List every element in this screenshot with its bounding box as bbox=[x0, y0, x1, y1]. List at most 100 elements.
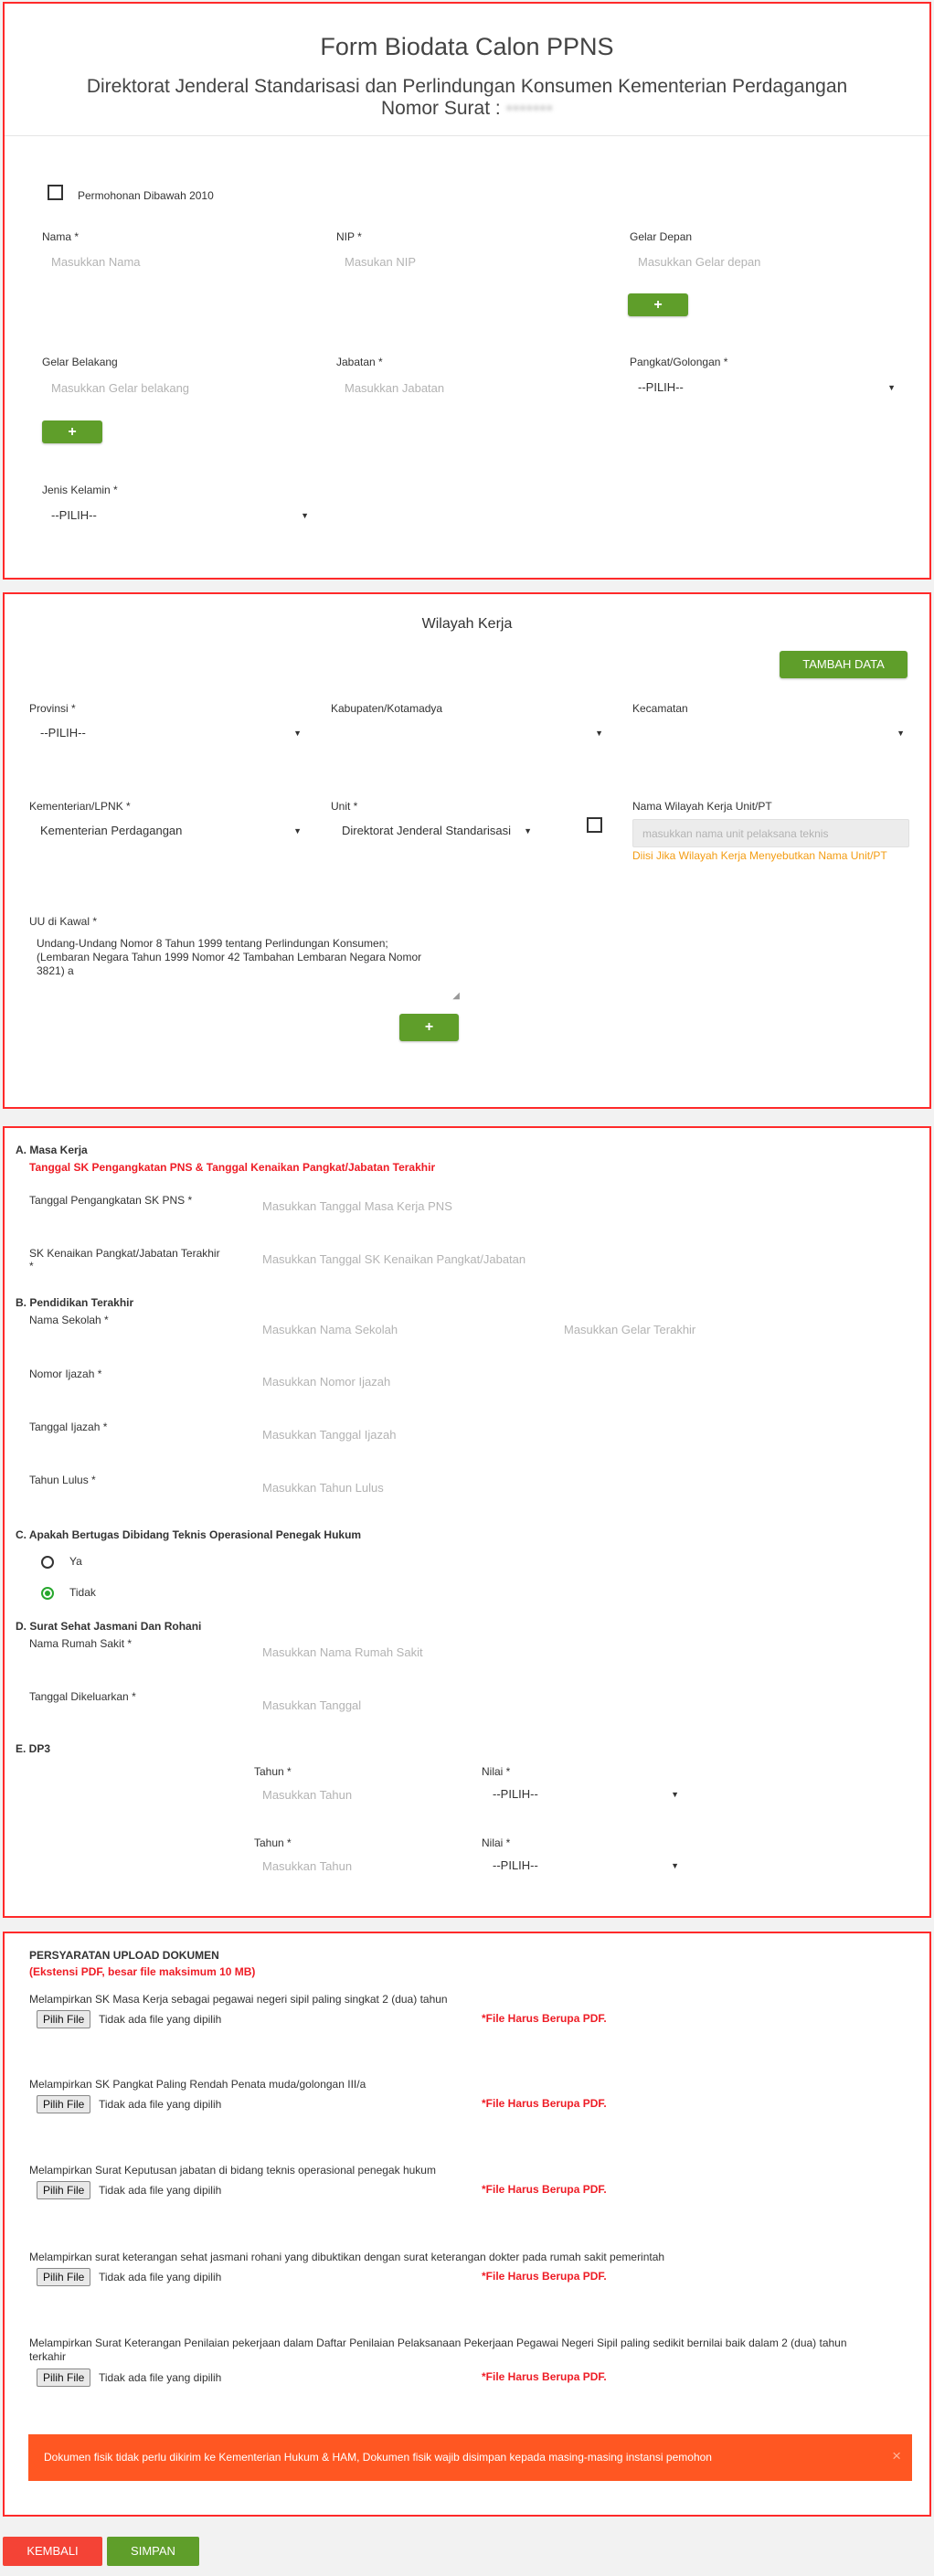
wilayah-kerja-card: Wilayah Kerja TAMBAH DATA Provinsi * --P… bbox=[3, 592, 931, 1109]
ijazah-input[interactable]: Masukkan Nomor Ijazah bbox=[262, 1375, 390, 1389]
kabupaten-select[interactable]: ▼ bbox=[342, 726, 603, 742]
jabatan-input[interactable]: Masukkan Jabatan bbox=[345, 381, 444, 395]
section-a-title: A. Masa Kerja bbox=[16, 1144, 88, 1156]
jenis-kelamin-select[interactable]: --PILIH-- ▼ bbox=[51, 508, 309, 525]
permohonan-checkbox[interactable] bbox=[48, 185, 63, 200]
close-icon[interactable]: × bbox=[892, 2447, 901, 2465]
upload-item-2-choose-button[interactable]: Pilih File bbox=[37, 2095, 91, 2113]
kabupaten-label: Kabupaten/Kotamadya bbox=[331, 702, 443, 715]
nomor-surat: Nomor Surat : ••••••• bbox=[5, 98, 929, 120]
add-uu-button[interactable]: + bbox=[399, 1014, 459, 1041]
upload-item-5-choose-button[interactable]: Pilih File bbox=[37, 2368, 91, 2387]
nama-wilayah-label: Nama Wilayah Kerja Unit/PT bbox=[632, 800, 772, 813]
section-d-title: D. Surat Sehat Jasmani Dan Rohani bbox=[16, 1620, 202, 1633]
upload-title: PERSYARATAN UPLOAD DOKUMEN bbox=[29, 1949, 219, 1962]
ya-radio[interactable] bbox=[41, 1556, 54, 1569]
tgl-ijazah-label: Tanggal Ijazah * bbox=[29, 1421, 108, 1433]
header-divider bbox=[5, 135, 929, 136]
uu-label: UU di Kawal * bbox=[29, 915, 98, 928]
dp3-tahun-input-1[interactable]: Masukkan Tahun bbox=[262, 1788, 352, 1802]
sekolah-label: Nama Sekolah * bbox=[29, 1314, 109, 1326]
gelar-depan-input[interactable]: Masukkan Gelar depan bbox=[638, 255, 760, 269]
upload-item-4-choose-button[interactable]: Pilih File bbox=[37, 2268, 91, 2286]
nama-wilayah-input[interactable]: masukkan nama unit pelaksana teknis bbox=[632, 819, 909, 847]
kembali-button[interactable]: KEMBALI bbox=[3, 2537, 102, 2566]
sk-kenaikan-input[interactable]: Masukkan Tanggal SK Kenaikan Pangkat/Jab… bbox=[262, 1252, 525, 1266]
resize-handle-icon[interactable]: ◢ bbox=[452, 989, 460, 1003]
dp3-nilai-label-1: Nilai * bbox=[482, 1765, 511, 1778]
section-c-title: C. Apakah Bertugas Dibidang Teknis Opera… bbox=[16, 1528, 362, 1541]
upload-item-1-choose-button[interactable]: Pilih File bbox=[37, 2010, 91, 2028]
kecamatan-select[interactable]: ▼ bbox=[643, 726, 905, 742]
tgl-pns-input[interactable]: Masukkan Tanggal Masa Kerja PNS bbox=[262, 1199, 452, 1213]
kecamatan-label: Kecamatan bbox=[632, 702, 688, 715]
uu-textarea[interactable]: Undang-Undang Nomor 8 Tahun 1999 tentang… bbox=[37, 937, 460, 1003]
nomor-surat-value: ••••••• bbox=[505, 98, 554, 119]
sk-kenaikan-label: SK Kenaikan Pangkat/Jabatan Terakhir * bbox=[29, 1247, 220, 1272]
pangkat-select[interactable]: --PILIH-- ▼ bbox=[638, 380, 896, 397]
dp3-tahun-label-1: Tahun * bbox=[254, 1765, 292, 1778]
ya-label: Ya bbox=[69, 1555, 82, 1568]
ijazah-label: Nomor Ijazah * bbox=[29, 1368, 102, 1380]
upload-item-4-pdf-note: *File Harus Berupa PDF. bbox=[482, 2270, 607, 2283]
tidak-radio[interactable] bbox=[41, 1587, 54, 1600]
tgl-ijazah-input[interactable]: Masukkan Tanggal Ijazah bbox=[262, 1428, 396, 1442]
unit-select[interactable]: Direktorat Jenderal Standarisasi ▼ bbox=[342, 824, 532, 840]
provinsi-label: Provinsi * bbox=[29, 702, 76, 715]
gelar-belakang-input[interactable]: Masukkan Gelar belakang bbox=[51, 381, 189, 395]
upload-item-4-label: Melampirkan surat keterangan sehat jasma… bbox=[29, 2251, 665, 2263]
provinsi-select[interactable]: --PILIH-- ▼ bbox=[40, 726, 302, 742]
provinsi-select-value: --PILIH-- bbox=[40, 726, 86, 740]
upload-card: PERSYARATAN UPLOAD DOKUMEN (Ekstensi PDF… bbox=[3, 1932, 931, 2517]
add-gelar-depan-button[interactable]: + bbox=[628, 293, 688, 316]
nip-input[interactable]: Masukan NIP bbox=[345, 255, 416, 269]
uu-line-2: (Lembaran Negara Tahun 1999 Nomor 42 Tam… bbox=[37, 951, 422, 963]
sekolah-input[interactable]: Masukkan Nama Sekolah bbox=[262, 1323, 398, 1336]
page-title: Form Biodata Calon PPNS bbox=[320, 33, 614, 60]
wilayah-title: Wilayah Kerja bbox=[421, 616, 513, 632]
gelar-terakhir-input[interactable]: Masukkan Gelar Terakhir bbox=[564, 1323, 695, 1336]
upload-item-3-choose-button[interactable]: Pilih File bbox=[37, 2181, 91, 2199]
tgl-keluar-input[interactable]: Masukkan Tanggal bbox=[262, 1698, 361, 1712]
dp3-nilai-value-1: --PILIH-- bbox=[493, 1787, 538, 1801]
section-a-note: Tanggal SK Pengangkatan PNS & Tanggal Ke… bbox=[29, 1161, 436, 1174]
dp3-tahun-input-2[interactable]: Masukkan Tahun bbox=[262, 1859, 352, 1873]
chevron-down-icon: ▼ bbox=[671, 1861, 679, 1870]
tidak-label: Tidak bbox=[69, 1586, 96, 1599]
dp3-nilai-select-1[interactable]: --PILIH-- ▼ bbox=[493, 1787, 679, 1804]
rs-input[interactable]: Masukkan Nama Rumah Sakit bbox=[262, 1645, 423, 1659]
simpan-button[interactable]: SIMPAN bbox=[107, 2537, 199, 2566]
kementerian-select[interactable]: Kementerian Perdagangan ▼ bbox=[40, 824, 302, 840]
nomor-surat-label: Nomor Surat : bbox=[380, 98, 501, 119]
dp3-nilai-select-2[interactable]: --PILIH-- ▼ bbox=[493, 1858, 679, 1875]
chevron-down-icon: ▼ bbox=[897, 729, 905, 738]
upload-item-5-label-line-2: terkahir bbox=[29, 2350, 67, 2363]
upload-item-5-pdf-note: *File Harus Berupa PDF. bbox=[482, 2370, 607, 2383]
tahun-lulus-label: Tahun Lulus * bbox=[29, 1474, 96, 1486]
pangkat-label: Pangkat/Golongan * bbox=[630, 356, 728, 368]
upload-item-5-status: Tidak ada file yang dipilih bbox=[99, 2371, 222, 2384]
dp3-nilai-value-2: --PILIH-- bbox=[493, 1858, 538, 1872]
add-gelar-belakang-button[interactable]: + bbox=[42, 420, 102, 443]
upload-item-3-status: Tidak ada file yang dipilih bbox=[99, 2184, 222, 2197]
info-alert-text: Dokumen fisik tidak perlu dikirim ke Kem… bbox=[44, 2451, 712, 2464]
chevron-down-icon: ▼ bbox=[524, 826, 532, 836]
sk-kenaikan-label-text: SK Kenaikan Pangkat/Jabatan Terakhir bbox=[29, 1247, 220, 1260]
chevron-down-icon: ▼ bbox=[595, 729, 603, 738]
dp3-nilai-label-2: Nilai * bbox=[482, 1836, 511, 1849]
nip-label: NIP * bbox=[336, 230, 362, 243]
gelar-belakang-label: Gelar Belakang bbox=[42, 356, 118, 368]
uu-line-1: Undang-Undang Nomor 8 Tahun 1999 tentang… bbox=[37, 937, 388, 950]
kementerian-label: Kementerian/LPNK * bbox=[29, 800, 131, 813]
nama-wilayah-checkbox[interactable] bbox=[587, 817, 602, 833]
gelar-depan-label: Gelar Depan bbox=[630, 230, 693, 243]
nama-input[interactable]: Masukkan Nama bbox=[51, 255, 141, 269]
upload-item-1-pdf-note: *File Harus Berupa PDF. bbox=[482, 2012, 607, 2025]
tambah-data-button[interactable]: TAMBAH DATA bbox=[780, 651, 907, 678]
chevron-down-icon: ▼ bbox=[671, 1790, 679, 1799]
tahun-lulus-input[interactable]: Masukkan Tahun Lulus bbox=[262, 1481, 384, 1495]
upload-item-5-label: Melampirkan Surat Keterangan Penilaian p… bbox=[29, 2336, 916, 2364]
upload-item-1-status: Tidak ada file yang dipilih bbox=[99, 2013, 222, 2026]
chevron-down-icon: ▼ bbox=[293, 729, 302, 738]
jabatan-label: Jabatan * bbox=[336, 356, 383, 368]
